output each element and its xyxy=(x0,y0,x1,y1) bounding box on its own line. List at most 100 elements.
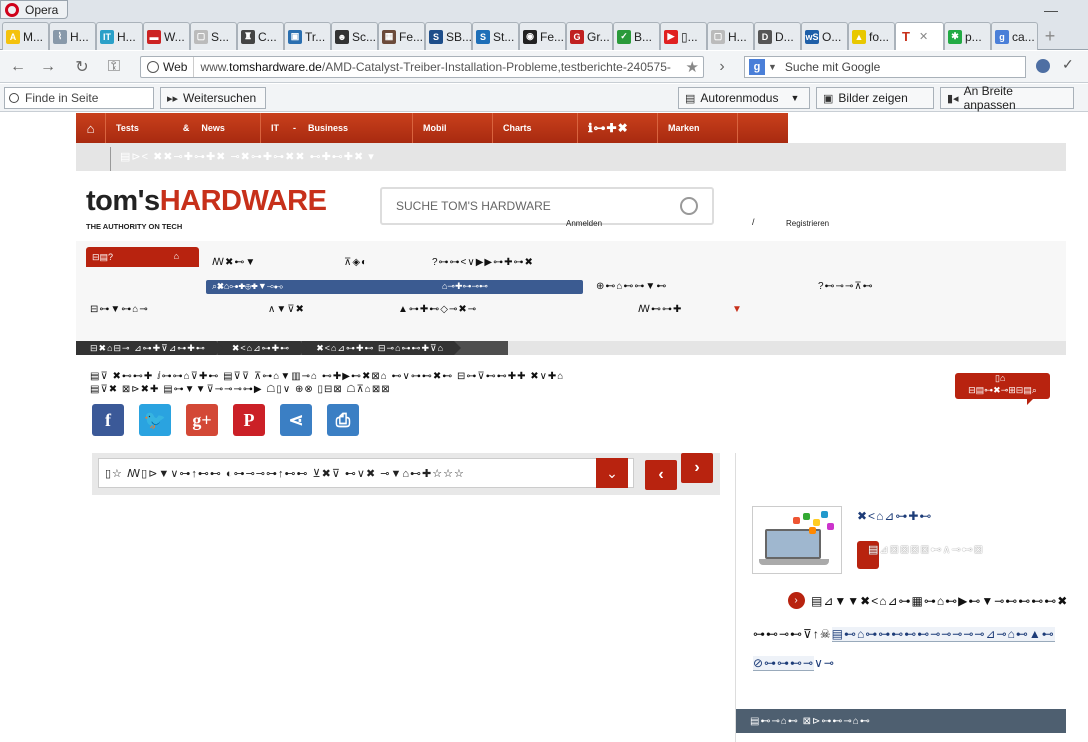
previous-page-button[interactable]: ‹ xyxy=(645,460,677,490)
browser-tab[interactable]: ⌇ H... xyxy=(49,22,96,50)
browser-tab[interactable]: S St... xyxy=(472,22,519,50)
find-next-button[interactable]: ▸▸ Weitersuchen xyxy=(160,87,266,109)
browser-tab[interactable]: g ca... xyxy=(991,22,1038,50)
go-forward-icon[interactable]: › xyxy=(712,57,732,77)
browser-tab[interactable]: ♜ C... xyxy=(237,22,284,50)
browser-tab[interactable]: A M... xyxy=(2,22,49,50)
browser-tab[interactable]: ▦ Fe... xyxy=(378,22,425,50)
browser-tab[interactable]: ✱ p... xyxy=(944,22,991,50)
breadcrumb-item[interactable]: ⊟✖⌂⊟⊸ ⊿⊶✚⊽⊿⊶✚⊷ xyxy=(76,341,223,355)
back-icon[interactable]: ← xyxy=(8,57,28,77)
address-bar[interactable]: Web www.tomshardware.de/AMD-Catalyst-Tre… xyxy=(140,56,704,78)
category-item[interactable]: ⊼◈◐ xyxy=(344,257,368,268)
chevron-down-icon[interactable]: ▼ xyxy=(732,304,742,315)
subnav-label[interactable]: ▤⊳< ✖✖⊸✚⊶✚✖ ⊸✖⊶✚⊶✖✖ ⊷✚⊷✚✖ ▾ xyxy=(120,150,375,163)
category-item[interactable]: ▲⊶✚⊷◇⊸✖⊸ xyxy=(398,304,477,315)
shield-icon: ✓ xyxy=(617,29,631,44)
nav-mobil[interactable]: Mobil xyxy=(413,113,493,143)
browser-tab[interactable]: ◉ Fe... xyxy=(519,22,566,50)
category-item[interactable]: ?⊷⊸⊸⊼⊷ xyxy=(818,281,874,292)
print-button[interactable]: ⎙ xyxy=(327,404,359,436)
browser-tab[interactable]: ✓ B... xyxy=(613,22,660,50)
nav-info[interactable]: ℹ⊶✚✖ xyxy=(578,113,658,143)
home-icon[interactable]: ⌂ xyxy=(76,113,106,143)
category-active[interactable]: ⊟▤? ⌂ xyxy=(86,247,199,267)
new-tab-button[interactable]: + xyxy=(1038,22,1062,50)
chevron-down-icon[interactable]: ⌄ xyxy=(596,458,628,488)
related-link[interactable]: › ▤⊿▼▼✖<⌂⊿⊶▦⊶⌂⊷▶⊷▼⊸⊷⊷⊷⊷✖ xyxy=(788,592,1068,609)
bookmark-star-icon[interactable]: ★ xyxy=(686,58,699,76)
close-icon[interactable]: ✕ xyxy=(919,30,928,43)
browser-tab[interactable]: ▢ H... xyxy=(707,22,754,50)
promo-image[interactable] xyxy=(752,506,842,574)
author-mode-button[interactable]: ▤ Autorenmodus ▼ xyxy=(678,87,810,109)
comments-button[interactable]: ▯⌂ ⊟▤⊶✖⊸⊞⊟▤⌕ xyxy=(955,373,1050,405)
page-select[interactable]: ▯☆ ꟿ▯⊳▼∨⊶↑⊷⊷ ◐⊶⊸⊸⊶↑⊷⊷ ⊻✖⊽ ⊷∨✖ ⊸▼⌂⊷✚☆☆☆ xyxy=(98,458,634,488)
browser-tab[interactable]: ▶ ▯... xyxy=(660,22,707,50)
search-icon[interactable] xyxy=(680,197,698,215)
reload-icon[interactable]: ↻ xyxy=(72,57,92,77)
page-select-label: ▯☆ ꟿ▯⊳▼∨⊶↑⊷⊷ ◐⊶⊸⊸⊶↑⊷⊷ ⊻✖⊽ ⊷∨✖ ⊸▼⌂⊷✚☆☆☆ xyxy=(105,467,465,480)
category-item[interactable]: ꟿ⊷⊶✚ xyxy=(638,304,682,315)
pinterest-share-button[interactable]: P xyxy=(233,404,265,436)
url-text[interactable]: www.tomshardware.de/AMD-Catalyst-Treiber… xyxy=(194,60,672,74)
web-chip[interactable]: Web xyxy=(141,57,195,77)
breadcrumb-item[interactable]: ✖<⌂⊿⊶✚⊷ ⊟⊸⌂⊶⊷✚⊽⌂ xyxy=(302,341,461,355)
next-page-button[interactable]: › xyxy=(681,453,713,483)
category-item[interactable]: ⊕⊷⌂⊷⊶▼⊷ xyxy=(596,281,667,292)
nav-charts[interactable]: Charts xyxy=(493,113,578,143)
show-images-button[interactable]: ▣ Bilder zeigen xyxy=(816,87,934,109)
nav-marken[interactable]: Marken xyxy=(658,113,738,143)
share-button[interactable]: ⋖ xyxy=(280,404,312,436)
chevron-down-icon[interactable]: ▼ xyxy=(768,62,777,72)
browser-tab[interactable]: ▬ W... xyxy=(143,22,190,50)
tag-link[interactable]: ▤⊷⌂⊶⊶⊷⊷⊷⊸⊸⊸⊸⊸⊿⊸⌂⊷▲⊷ xyxy=(831,627,1055,642)
promo-button-label: ▤⊿⊠⊠⊠⊠⊷∧⊸⊷⊠ xyxy=(868,544,984,556)
browser-tab[interactable]: ▲ fo... xyxy=(848,22,895,50)
photo-icon: ▦ xyxy=(382,29,396,44)
browser-tab[interactable]: T ✕ xyxy=(895,22,944,50)
tag-link[interactable]: ⊘⊶⊶⊷⊸ xyxy=(753,656,815,671)
breadcrumb-item[interactable]: ✖<⌂⊿⊶✚⊷ xyxy=(217,341,308,355)
web-chip-label: Web xyxy=(163,60,188,74)
nav-tests-news[interactable]: Tests & News xyxy=(106,113,261,143)
tab-label: S... xyxy=(211,29,230,44)
category-highlight[interactable]: ⌕✖⌂⊶✚⊕✚▼⊸⊷ ⌂⊸✚⊶⊸⊷ xyxy=(206,280,583,294)
it-icon: IT xyxy=(100,29,114,44)
browser-tab[interactable]: ▢ S... xyxy=(190,22,237,50)
googleplus-share-button[interactable]: g+ xyxy=(186,404,218,436)
site-logo[interactable]: tom'sHARDWARE xyxy=(86,185,327,218)
check-icon[interactable]: ✓ xyxy=(1062,56,1074,73)
search-bar[interactable]: g ▼ Suche mit Google xyxy=(744,56,1026,78)
browser-tab[interactable]: ☻ Sc... xyxy=(331,22,378,50)
category-item[interactable]: ∧▼⊽✖ xyxy=(268,304,305,315)
site-top-nav: ⌂ Tests & News IT - Business Mobil Charts ℹ⊶… xyxy=(76,113,788,143)
login-link[interactable]: Anmelden xyxy=(566,219,602,228)
twitter-share-button[interactable]: 🐦 xyxy=(139,404,171,436)
scrollbar[interactable] xyxy=(1077,113,1088,742)
browser-tab[interactable]: G Gr... xyxy=(566,22,613,50)
browser-tab[interactable]: S SB... xyxy=(425,22,472,50)
browser-tab[interactable]: D D... xyxy=(754,22,801,50)
category-item[interactable]: ?⊶⊶<∨▶▶⊶✚⊶✖ xyxy=(432,257,534,268)
opera-menu-button[interactable]: Opera xyxy=(0,0,68,19)
fit-width-button[interactable]: ▮◂ An Breite anpassen xyxy=(940,84,1074,112)
fit-width-icon: ▮◂ xyxy=(947,92,959,105)
site-search-input[interactable]: SUCHE TOM'S HARDWARE xyxy=(380,187,714,225)
extension-icon[interactable] xyxy=(1036,59,1050,73)
minimize-icon[interactable]: — xyxy=(1044,2,1058,18)
google-icon[interactable]: g xyxy=(749,59,765,75)
browser-tab[interactable]: wS O... xyxy=(801,22,848,50)
browser-tab[interactable]: ▣ Tr... xyxy=(284,22,331,50)
promo-title[interactable]: ✖<⌂⊿⊶✚⊷ xyxy=(857,509,932,523)
key-icon[interactable]: ⚿ xyxy=(104,57,124,77)
register-link[interactable]: Registrieren xyxy=(786,219,829,228)
facebook-share-button[interactable]: f xyxy=(92,404,124,436)
category-item[interactable]: ⊟⊶▼⊶⌂⊸ xyxy=(90,304,149,315)
nav-it-business[interactable]: IT - Business xyxy=(261,113,413,143)
browser-tab[interactable]: IT H... xyxy=(96,22,143,50)
find-input[interactable]: Finde in Seite xyxy=(4,87,154,109)
forward-icon[interactable]: → xyxy=(38,57,58,77)
category-item[interactable]: ꟿ✖⊷▼ xyxy=(212,257,256,268)
tab-label: Tr... xyxy=(305,29,326,44)
